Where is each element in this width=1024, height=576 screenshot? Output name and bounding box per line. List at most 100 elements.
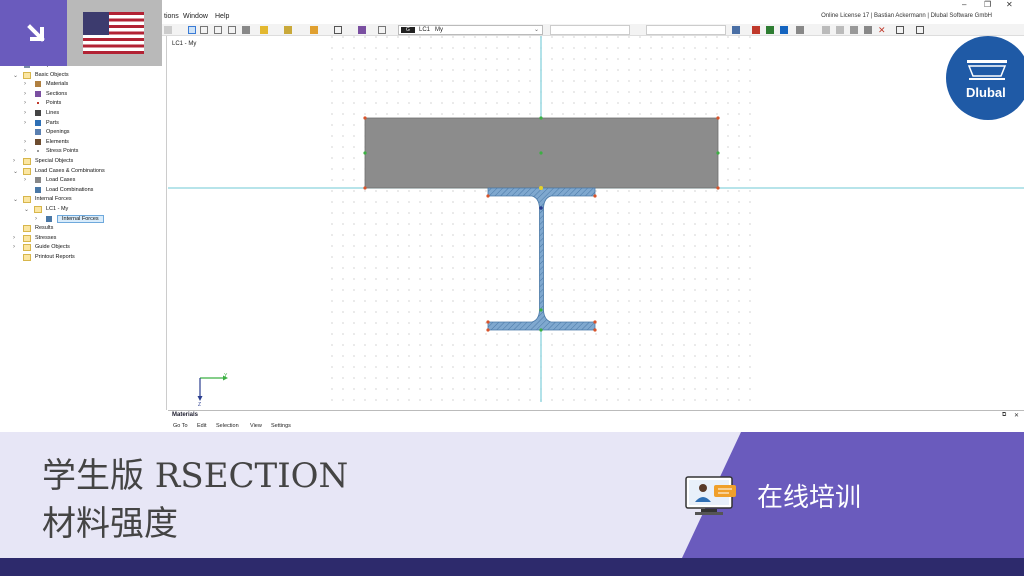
- node-icon[interactable]: [310, 26, 318, 34]
- point-marker[interactable]: [363, 151, 367, 155]
- display-icon[interactable]: [864, 26, 872, 34]
- section-canvas[interactable]: Y Z: [168, 36, 1024, 410]
- point-marker[interactable]: [593, 320, 597, 324]
- view-title: LC1 - My: [172, 41, 197, 47]
- draw-icon[interactable]: [284, 26, 292, 34]
- navigator-item-label: Lines: [46, 110, 60, 116]
- language-arrow-block[interactable]: [0, 0, 67, 66]
- chevron-right-icon[interactable]: ›: [24, 177, 26, 183]
- point-marker[interactable]: [716, 151, 720, 155]
- window-controls: – ❐ ✕: [944, 0, 1024, 12]
- minimize-button[interactable]: –: [962, 0, 966, 9]
- panel-title: Materials: [172, 412, 199, 418]
- frame-icon[interactable]: [334, 26, 342, 34]
- view-table-icon[interactable]: [214, 26, 222, 34]
- chevron-right-icon[interactable]: ›: [24, 110, 26, 116]
- point-marker[interactable]: [539, 206, 543, 210]
- result-filter-icon[interactable]: [752, 26, 760, 34]
- navigator-item-label: Parts: [46, 119, 59, 126]
- chevron-right-icon[interactable]: ›: [24, 81, 26, 87]
- layout-icon[interactable]: [896, 26, 904, 34]
- result-selector[interactable]: [550, 25, 630, 35]
- settings-icon[interactable]: [796, 26, 804, 34]
- load-case-selector[interactable]: G LC1 My ⌄: [398, 25, 543, 35]
- point-marker[interactable]: [363, 116, 367, 120]
- point-marker[interactable]: [486, 320, 490, 324]
- navigator-item-label: Sections: [46, 90, 68, 97]
- render-icon[interactable]: [836, 26, 844, 34]
- materials-icon: [35, 81, 41, 88]
- results-icon[interactable]: [378, 26, 386, 34]
- color-icon[interactable]: [358, 26, 366, 34]
- point-marker[interactable]: [716, 186, 720, 190]
- view-model-icon[interactable]: [188, 26, 196, 34]
- centroid-marker[interactable]: [539, 151, 543, 155]
- model-view[interactable]: Y Z: [168, 36, 1024, 410]
- navigator-item-label: Load Cases: [46, 177, 76, 184]
- menu-help[interactable]: Help: [215, 13, 229, 20]
- license-info: Online License 17 | Bastian Ackermann | …: [821, 13, 992, 19]
- navigator-item-label: Printout Reports: [35, 254, 75, 260]
- chevron-right-icon[interactable]: ›: [13, 244, 15, 250]
- chevron-right-icon[interactable]: ›: [24, 100, 26, 106]
- folder-icon: [23, 234, 31, 242]
- chevron-down-icon[interactable]: ⌄: [13, 168, 18, 175]
- chevron-right-icon[interactable]: ›: [35, 216, 37, 222]
- redo-icon[interactable]: [164, 26, 172, 34]
- panel-menu-edit[interactable]: Edit: [197, 423, 206, 429]
- point-marker[interactable]: [716, 116, 720, 120]
- points-icon: [37, 102, 39, 105]
- chevron-right-icon[interactable]: ›: [24, 148, 26, 154]
- support-forces-icon[interactable]: [780, 26, 788, 34]
- chevron-down-icon[interactable]: ⌄: [13, 196, 18, 203]
- navigator-item-label: Stress Points: [46, 148, 79, 155]
- close-window-button[interactable]: ✕: [1006, 0, 1013, 9]
- us-flag-icon[interactable]: [83, 12, 144, 54]
- chevron-right-icon[interactable]: ›: [24, 91, 26, 97]
- point-marker[interactable]: [539, 328, 543, 332]
- elements-icon: [35, 138, 41, 145]
- value-selector[interactable]: [646, 25, 726, 35]
- chevron-right-icon[interactable]: ›: [13, 158, 15, 164]
- lines-icon: [35, 110, 41, 116]
- chevron-right-icon[interactable]: ›: [24, 120, 26, 126]
- point-marker[interactable]: [593, 194, 597, 198]
- panel-menu-view[interactable]: View: [250, 423, 262, 429]
- point-marker[interactable]: [539, 116, 543, 120]
- sections-icon: [35, 90, 41, 97]
- window-layout-icon[interactable]: [916, 26, 924, 34]
- point-marker[interactable]: [486, 328, 490, 332]
- menu-window[interactable]: Window: [183, 13, 208, 20]
- chevron-right-icon[interactable]: ›: [13, 235, 15, 241]
- member-forces-icon[interactable]: [766, 26, 774, 34]
- print-icon[interactable]: [242, 26, 250, 34]
- undock-button[interactable]: ⧉: [1002, 412, 1006, 419]
- navigator-panel: Composite Load⌄Basic Objects›Materials›S…: [0, 36, 167, 410]
- language-card: [0, 0, 162, 66]
- point-marker[interactable]: [539, 186, 543, 190]
- point-marker[interactable]: [539, 308, 543, 312]
- point-marker[interactable]: [363, 186, 367, 190]
- point-marker[interactable]: [593, 328, 597, 332]
- point-marker[interactable]: [486, 194, 490, 198]
- chevron-down-icon[interactable]: ⌄: [13, 72, 18, 79]
- screen: tions Window Help Online License 17 | Ba…: [0, 0, 1024, 576]
- view-section-icon[interactable]: [200, 26, 208, 34]
- visibility-icon[interactable]: [822, 26, 830, 34]
- panel-menu-goto[interactable]: Go To: [173, 423, 188, 429]
- truck-icon[interactable]: [732, 26, 740, 34]
- view-print-icon[interactable]: [228, 26, 236, 34]
- warning-icon[interactable]: [850, 26, 858, 34]
- navigator-item-label: LC1 - My: [46, 206, 69, 212]
- chevron-down-icon[interactable]: ⌄: [24, 206, 29, 213]
- select-icon[interactable]: [260, 26, 268, 34]
- close-panel-button[interactable]: ✕: [1014, 412, 1019, 419]
- menu-options[interactable]: tions: [164, 13, 179, 20]
- navigator-item-label: Materials: [46, 81, 69, 88]
- chevron-right-icon[interactable]: ›: [24, 139, 26, 145]
- panel-menu-selection[interactable]: Selection: [216, 423, 239, 429]
- restore-button[interactable]: ❐: [984, 0, 991, 9]
- delete-icon[interactable]: ✕: [878, 26, 886, 35]
- navigator-item-label: Load Combinations: [46, 186, 94, 193]
- panel-menu-settings[interactable]: Settings: [271, 423, 291, 429]
